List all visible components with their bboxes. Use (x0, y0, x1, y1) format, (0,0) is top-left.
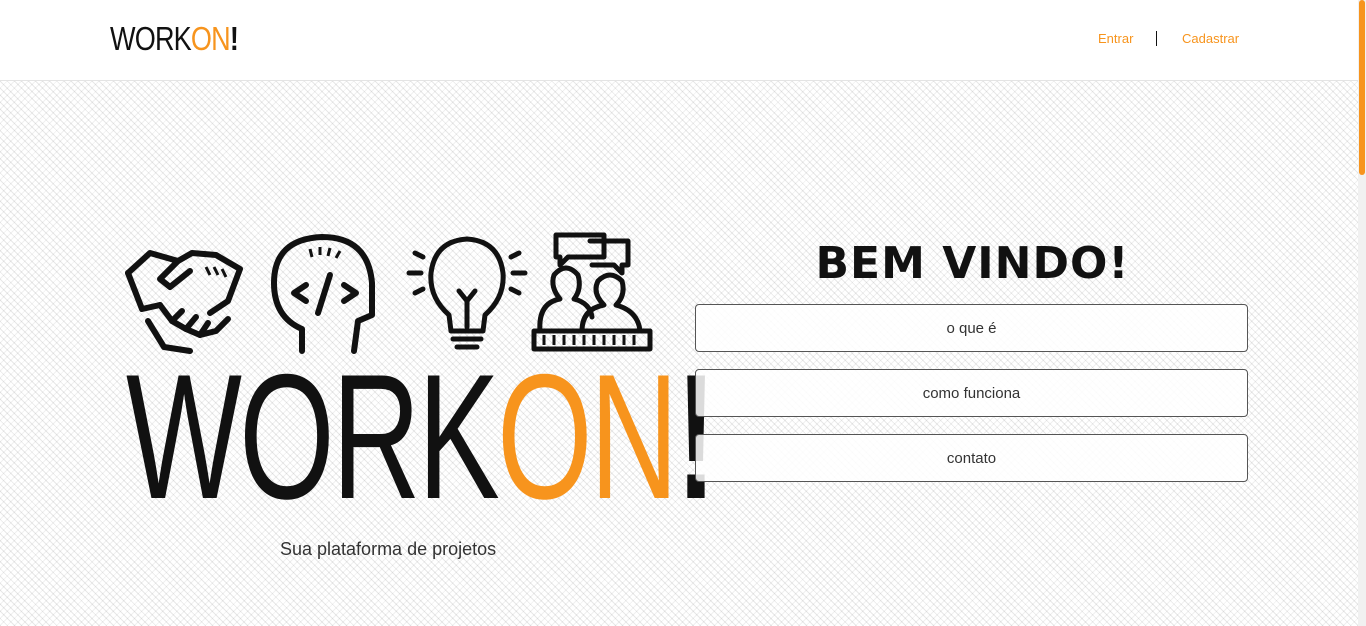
como-funciona-button[interactable]: como funciona (695, 369, 1248, 417)
contato-button[interactable]: contato (695, 434, 1248, 482)
hero-logo-work: WORK (126, 337, 500, 536)
o-que-e-button[interactable]: o que é (695, 304, 1248, 352)
logo-word-work: WORK (110, 20, 192, 57)
logo-word-on: ON (190, 20, 231, 57)
logo-exclamation: ! (229, 20, 239, 57)
hero-logo-on: ON (497, 337, 678, 536)
nav-separator (1156, 31, 1157, 46)
hero-tagline: Sua plataforma de projetos (280, 539, 497, 559)
top-header: WORKON! Entrar Cadastrar (0, 0, 1358, 81)
welcome-title: BEM VINDO! (815, 238, 1130, 289)
hero-logo: WORKON! (126, 348, 717, 526)
nav-entrar-link[interactable]: Entrar (1098, 31, 1133, 46)
header-logo[interactable]: WORKON! (110, 20, 239, 57)
nav-cadastrar-link[interactable]: Cadastrar (1182, 31, 1239, 46)
scrollbar-thumb[interactable] (1359, 0, 1365, 175)
